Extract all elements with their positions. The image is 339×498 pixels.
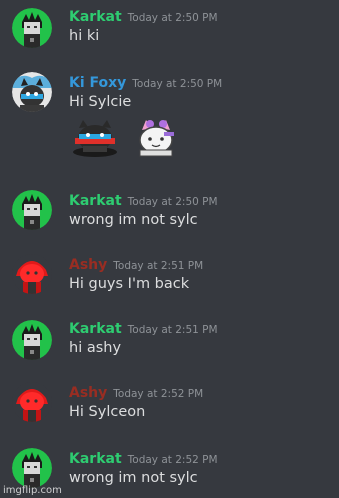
message-text: hi ki (69, 28, 100, 44)
sticker-row (69, 118, 186, 164)
timestamp: Today at 2:51 PM (127, 324, 218, 336)
author-name[interactable]: Karkat (69, 9, 122, 25)
timestamp: Today at 2:52 PM (113, 388, 204, 400)
author-name[interactable]: Karkat (69, 193, 122, 209)
message-text: Hi guys I'm back (69, 276, 190, 292)
message-text: hi ashy (69, 340, 122, 356)
message-text: wrong im not sylc (69, 470, 198, 486)
kifoxy-avatar[interactable] (12, 72, 52, 112)
timestamp: Today at 2:50 PM (132, 78, 223, 90)
author-name[interactable]: Karkat (69, 321, 122, 337)
author-name[interactable]: Karkat (69, 451, 122, 467)
message-item: Karkat Today at 2:50 PM wrong im not sylc (0, 190, 339, 236)
message-text: Hi Sylceon (69, 404, 146, 420)
black-cat-sticker[interactable] (69, 120, 125, 164)
sylveon-sticker[interactable] (130, 120, 186, 164)
timestamp: Today at 2:50 PM (127, 196, 218, 208)
karkat-avatar[interactable] (12, 8, 52, 48)
imgflip-watermark: imgflip.com (3, 485, 62, 496)
author-name[interactable]: Ashy (69, 385, 107, 401)
karkat-avatar[interactable] (12, 448, 52, 488)
timestamp: Today at 2:52 PM (127, 454, 218, 466)
karkat-avatar[interactable] (12, 190, 52, 230)
timestamp: Today at 2:51 PM (113, 260, 204, 272)
message-header: Ki Foxy Today at 2:50 PM (69, 72, 222, 91)
ashy-avatar[interactable] (12, 254, 52, 294)
ashy-avatar[interactable] (12, 382, 52, 422)
author-name[interactable]: Ashy (69, 257, 107, 273)
message-item: Ashy Today at 2:51 PM Hi guys I'm back (0, 254, 339, 300)
message-header: Karkat Today at 2:50 PM (69, 190, 218, 209)
message-header: Karkat Today at 2:52 PM (69, 448, 218, 467)
author-name[interactable]: Ki Foxy (69, 75, 126, 91)
message-item: Karkat Today at 2:51 PM hi ashy (0, 318, 339, 364)
message-text: wrong im not sylc (69, 212, 198, 228)
message-header: Karkat Today at 2:51 PM (69, 318, 218, 337)
message-item: Ki Foxy Today at 2:50 PM Hi Sylcie (0, 72, 339, 162)
message-item: Karkat Today at 2:50 PM hi ki (0, 6, 339, 52)
message-header: Ashy Today at 2:52 PM (69, 382, 203, 401)
message-header: Ashy Today at 2:51 PM (69, 254, 203, 273)
timestamp: Today at 2:50 PM (127, 12, 218, 24)
karkat-avatar[interactable] (12, 320, 52, 360)
message-item: Ashy Today at 2:52 PM Hi Sylceon (0, 382, 339, 428)
message-text: Hi Sylcie (69, 94, 132, 110)
message-header: Karkat Today at 2:50 PM (69, 6, 218, 25)
